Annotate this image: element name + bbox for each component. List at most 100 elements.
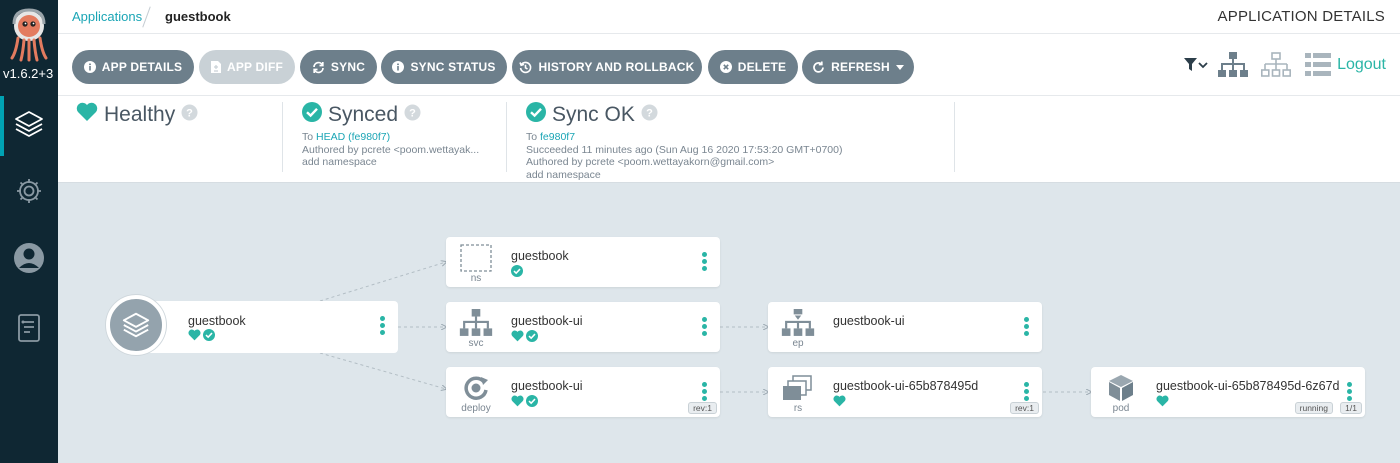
sync-message: add namespace — [302, 156, 377, 168]
sync-status: Synced ? To HEAD (fe980f7) Authored by p… — [302, 102, 479, 169]
app-details-label: APP DETAILS — [101, 60, 183, 74]
sync-label: SYNC — [330, 60, 366, 74]
node-menu-icon[interactable] — [380, 316, 386, 337]
node-status — [1156, 394, 1169, 412]
app-diff-button[interactable]: APP DIFF — [199, 50, 295, 84]
list-icon — [1305, 53, 1331, 81]
refresh-icon — [812, 61, 825, 74]
node-menu-icon[interactable] — [702, 382, 708, 403]
sync-status-label: SYNC STATUS — [410, 60, 496, 74]
node-menu-icon[interactable] — [702, 317, 708, 338]
node-status — [511, 394, 538, 412]
gear-icon — [14, 176, 44, 211]
sync-revision-link[interactable]: HEAD (fe980f7) — [316, 131, 390, 143]
status-panel: Healthy ? Synced ? To HEAD (fe980f7) Aut… — [58, 95, 1400, 183]
node-status — [833, 394, 846, 412]
argo-logo-icon[interactable] — [0, 2, 58, 64]
node-name: guestbook-ui — [833, 314, 905, 328]
operation-succeeded: Succeeded 11 minutes ago (Sun Aug 16 202… — [526, 143, 843, 156]
filter-dropdown[interactable] — [1184, 58, 1208, 77]
resource-node-rs[interactable]: rs guestbook-ui-65b878495d rev:1 — [768, 367, 1042, 417]
help-icon[interactable]: ? — [404, 103, 421, 127]
node-menu-icon[interactable] — [1024, 317, 1030, 338]
sync-to-prefix: To — [302, 131, 314, 143]
sync-button[interactable]: SYNC — [300, 50, 377, 84]
app-details-button[interactable]: APP DETAILS — [72, 50, 194, 84]
operation-revision-link[interactable]: fe980f7 — [540, 131, 575, 143]
user-icon — [13, 242, 45, 279]
node-kind: pod — [1112, 403, 1130, 414]
app-diff-label: APP DIFF — [226, 60, 284, 74]
node-menu-icon[interactable] — [1024, 382, 1030, 403]
operation-status: Sync OK ? To fe980f7 Succeeded 11 minute… — [526, 102, 843, 181]
breadcrumb-current: guestbook — [165, 9, 231, 24]
node-kind: ns — [470, 273, 482, 284]
logout-link[interactable]: Logout — [1337, 56, 1386, 74]
delete-button[interactable]: DELETE — [708, 50, 798, 84]
sidebar-item-user-info[interactable] — [0, 230, 58, 290]
caret-down-icon — [895, 64, 904, 70]
help-icon[interactable]: ? — [181, 103, 198, 127]
pod-phase-tag: running — [1294, 402, 1333, 414]
sidebar-item-settings[interactable] — [0, 163, 58, 223]
operation-target: To fe980f7 — [526, 131, 843, 144]
node-name: guestbook — [511, 249, 569, 263]
page-title: APPLICATION DETAILS — [1217, 8, 1385, 25]
sidebar-item-applications[interactable] — [0, 96, 58, 156]
divider — [282, 102, 283, 172]
resource-tree: guestbook ns guestbook svc guestbook-ui … — [58, 183, 1400, 463]
layers-icon — [13, 108, 45, 145]
sidebar-item-docs[interactable] — [0, 300, 58, 360]
tree-view-button[interactable] — [1218, 52, 1248, 83]
heart-icon — [511, 329, 524, 347]
breadcrumb-applications-link[interactable]: Applications — [72, 9, 142, 24]
svg-text:?: ? — [186, 108, 193, 120]
resource-node-ep[interactable]: ep guestbook-ui — [768, 302, 1042, 352]
history-rollback-button[interactable]: HISTORY AND ROLLBACK — [512, 50, 702, 84]
node-kind: ep — [792, 338, 804, 349]
namespace-icon — [458, 243, 494, 273]
delete-label: DELETE — [737, 60, 787, 74]
file-diff-icon — [210, 61, 221, 73]
layers-icon — [122, 312, 150, 338]
operation-label: Sync OK — [552, 103, 635, 126]
svg-text:?: ? — [646, 108, 653, 120]
version-label: v1.6.2+3 — [3, 66, 54, 81]
app-root-icon — [106, 295, 166, 355]
history-icon — [519, 61, 532, 74]
breadcrumb-separator — [142, 6, 151, 28]
resource-node-pod[interactable]: pod guestbook-ui-65b878495d-6z67d runnin… — [1091, 367, 1365, 417]
sync-author: Authored by pcrete <poom.wettayak... — [302, 143, 480, 156]
endpoints-icon — [780, 308, 816, 338]
check-circle-icon — [511, 264, 523, 282]
node-kind: deploy — [461, 403, 491, 414]
toolbar: APP DETAILS APP DIFF SYNC SYNC STATUS HI… — [58, 33, 1400, 95]
resource-node-ns[interactable]: ns guestbook — [446, 237, 720, 287]
heart-icon — [511, 394, 524, 412]
network-view-button[interactable] — [1261, 52, 1292, 83]
resource-node-deploy[interactable]: deploy guestbook-ui rev:1 — [446, 367, 720, 417]
refresh-button[interactable]: REFRESH — [802, 50, 914, 84]
sync-status-button[interactable]: SYNC STATUS — [381, 50, 507, 84]
deployment-icon — [458, 373, 494, 403]
divider — [954, 102, 955, 172]
list-view-button[interactable] — [1305, 53, 1331, 82]
node-menu-icon[interactable] — [702, 252, 708, 273]
sync-target: To HEAD (fe980f7) — [302, 131, 479, 144]
help-icon[interactable]: ? — [641, 103, 658, 127]
node-menu-icon[interactable] — [1347, 382, 1353, 403]
sidebar: v1.6.2+3 — [0, 0, 58, 463]
operation-to-prefix: To — [526, 131, 538, 143]
revision-tag: rev:1 — [1010, 402, 1039, 414]
node-name: guestbook-ui-65b878495d-6z67d — [1156, 379, 1340, 393]
node-kind: rs — [793, 403, 803, 414]
node-name: guestbook-ui-65b878495d — [833, 379, 979, 393]
resource-node-svc[interactable]: svc guestbook-ui — [446, 302, 720, 352]
check-circle-icon — [203, 328, 215, 346]
health-label: Healthy — [104, 103, 176, 126]
svg-text:?: ? — [409, 108, 416, 120]
sitemap-icon — [1218, 52, 1248, 82]
docs-icon — [16, 313, 42, 348]
history-rollback-label: HISTORY AND ROLLBACK — [538, 60, 695, 74]
node-name: guestbook-ui — [511, 379, 583, 393]
